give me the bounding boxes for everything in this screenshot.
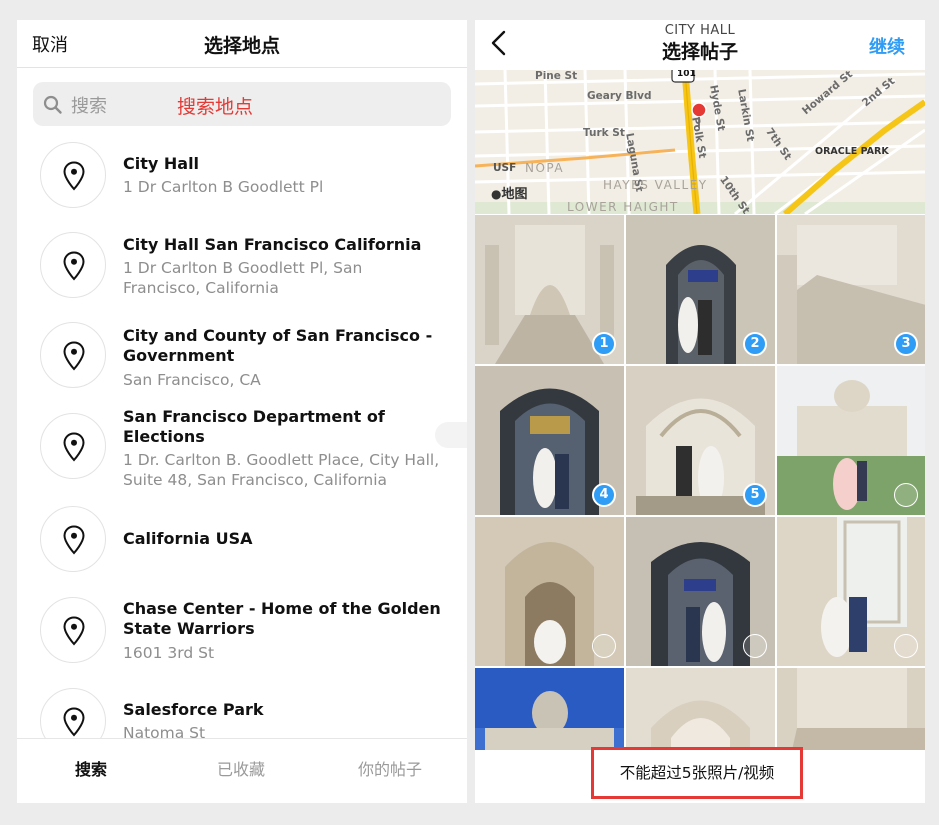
place-address: San Francisco, CA — [123, 371, 261, 389]
map-street-label: Turk St — [583, 127, 625, 139]
location-pin-icon — [40, 142, 106, 208]
location-map[interactable]: 101 Pine St Geary Blvd Turk St Laguna St… — [475, 70, 925, 214]
page-title: 选择地点 — [203, 35, 280, 57]
left-header: 取消 选择地点 — [17, 20, 467, 68]
search-annotation: 搜索地点 — [177, 96, 254, 118]
location-pin-icon — [40, 506, 106, 572]
photo-tile[interactable] — [777, 366, 925, 515]
apple-icon: ● — [491, 187, 502, 201]
bottom-tab-bar: 搜索 已收藏 你的帖子 — [17, 738, 467, 803]
selection-circle[interactable] — [743, 634, 767, 658]
list-item[interactable]: Chase Center - Home of the Golden State … — [17, 596, 467, 676]
map-area-label: NOPA — [525, 161, 565, 175]
selection-badge: 5 — [743, 483, 767, 507]
photo-tile[interactable]: 5 — [626, 366, 775, 515]
photo-tile[interactable]: 4 — [475, 366, 624, 515]
tab-saved[interactable]: 已收藏 — [217, 756, 265, 780]
photo-tile[interactable]: 2 — [626, 215, 775, 364]
list-item[interactable]: City Hall San Francisco California 1 Dr … — [17, 230, 467, 310]
map-street-label: Geary Blvd — [587, 90, 652, 102]
place-address: 1 Dr Carlton B Goodlett Pl — [123, 178, 324, 196]
highway-shield-label: 101 — [677, 70, 696, 79]
tab-search[interactable]: 搜索 — [75, 756, 107, 780]
map-area-label: HAYES VALLEY — [603, 178, 708, 192]
apple-maps-logo: ●地图 — [491, 183, 528, 202]
selection-circle[interactable] — [592, 634, 616, 658]
place-name: City Hall — [123, 154, 200, 173]
location-subtitle: CITY HALL — [664, 23, 736, 38]
list-item[interactable]: City and County of San Francisco - Gover… — [17, 322, 467, 402]
place-name: California USA — [123, 529, 253, 548]
continue-button[interactable]: 继续 — [869, 33, 905, 59]
map-street-label: Pine St — [535, 70, 578, 82]
place-name: San Francisco Department of Elections — [123, 407, 385, 446]
limit-notice: 不能超过5张照片/视频 — [591, 747, 803, 799]
list-item[interactable]: California USA — [17, 504, 467, 574]
selection-circle[interactable] — [894, 483, 918, 507]
place-name: Chase Center - Home of the Golden State … — [123, 599, 441, 638]
photo-tile[interactable] — [475, 517, 624, 666]
place-address: 1601 3rd St — [123, 644, 215, 662]
select-location-panel: 取消 选择地点 搜索 搜索地点 City Hall 1 Dr Carlton B… — [17, 20, 467, 803]
place-name: City and County of San Francisco - Gover… — [123, 326, 433, 365]
map-brand-label: 地图 — [501, 187, 528, 202]
search-placeholder: 搜索 — [71, 96, 107, 117]
place-address: 1 Dr. Carlton B. Goodlett Place, City Ha… — [123, 451, 440, 489]
location-pin-icon — [40, 322, 106, 388]
photo-tile[interactable]: 3 — [777, 215, 925, 364]
photo-tile[interactable] — [626, 517, 775, 666]
tab-your-posts[interactable]: 你的帖子 — [358, 756, 422, 780]
page-title: 选择帖子 — [661, 41, 738, 63]
place-name: Salesforce Park — [123, 700, 264, 719]
place-name: City Hall San Francisco California — [123, 235, 422, 254]
location-pin-icon — [40, 597, 106, 663]
place-address: 1 Dr Carlton B Goodlett Pl, San Francisc… — [123, 259, 363, 297]
list-item[interactable]: Salesforce Park Natoma St — [17, 686, 467, 754]
photo-tile[interactable]: 1 — [475, 215, 624, 364]
selection-badge: 2 — [743, 332, 767, 356]
selection-badge: 1 — [592, 332, 616, 356]
map-poi-label: USF — [493, 162, 517, 174]
location-pin-icon — [40, 413, 106, 479]
map-area-label: LOWER HAIGHT — [567, 200, 679, 214]
photo-grid: 1 2 3 4 5 — [475, 215, 925, 803]
map-poi-label: ORACLE PARK — [815, 146, 889, 157]
list-item[interactable]: San Francisco Department of Elections 1 … — [17, 405, 467, 505]
selection-circle[interactable] — [894, 634, 918, 658]
search-icon — [43, 95, 62, 114]
photo-tile[interactable] — [777, 517, 925, 666]
location-pin-icon — [40, 232, 106, 298]
selection-badge: 3 — [894, 332, 918, 356]
selection-badge: 4 — [592, 483, 616, 507]
select-posts-panel: CITY HALL 选择帖子 继续 101 Pine St Geary Blvd… — [475, 20, 925, 803]
scroll-handle[interactable] — [435, 422, 467, 448]
list-item[interactable]: City Hall 1 Dr Carlton B Goodlett Pl — [17, 140, 467, 210]
